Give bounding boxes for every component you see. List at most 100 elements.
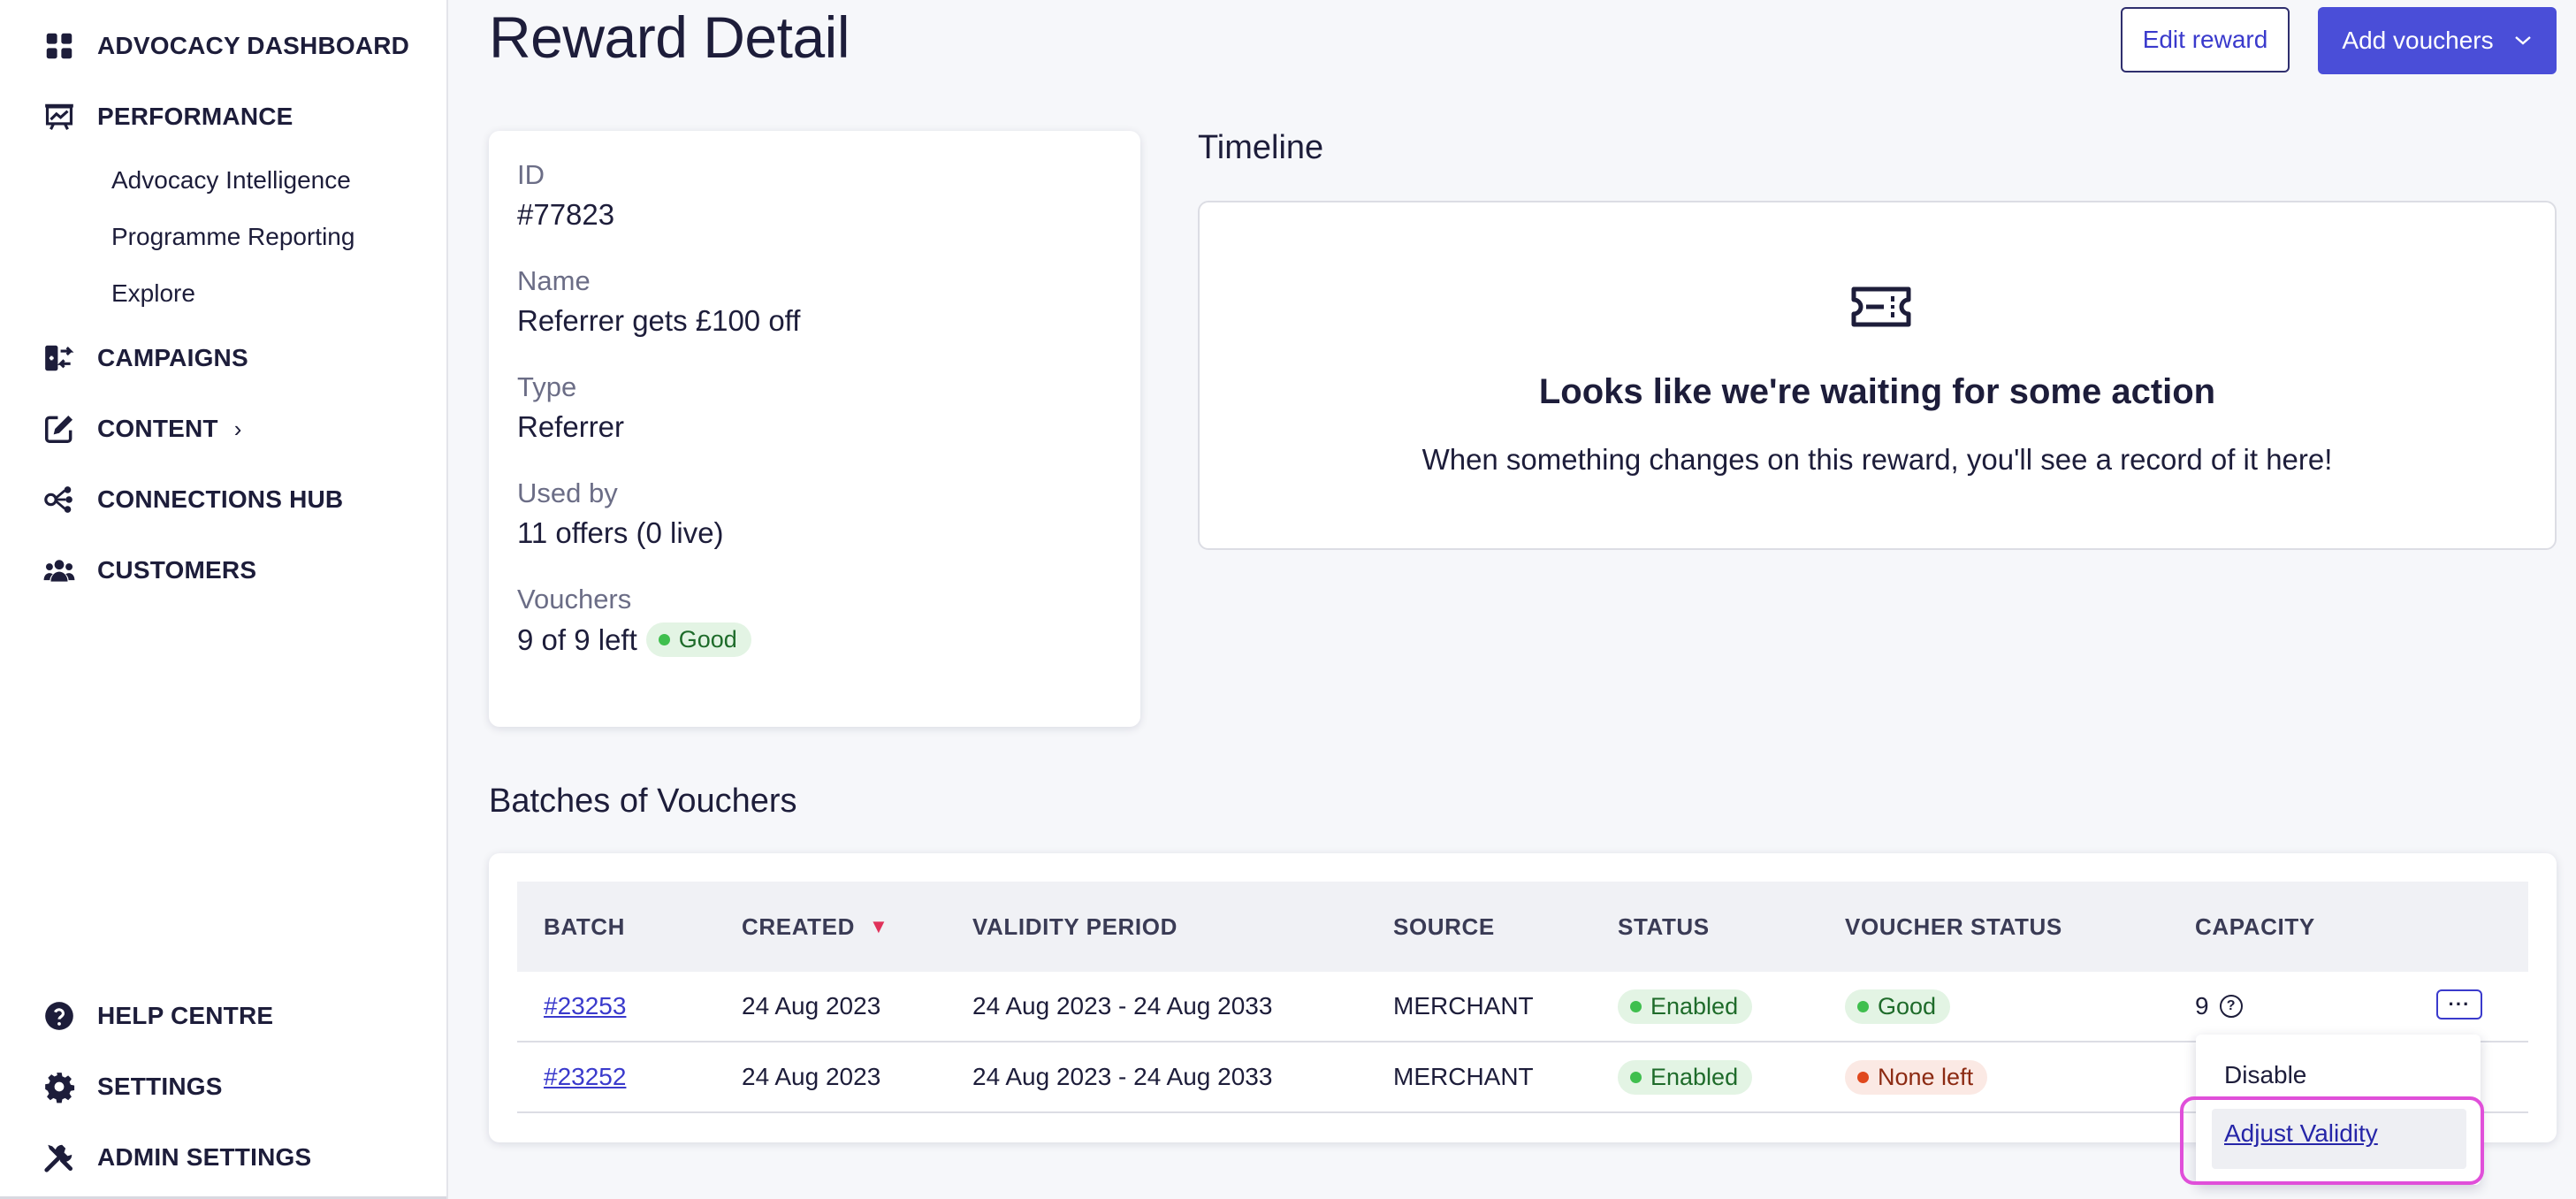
batches-title: Batches of Vouchers: [489, 783, 797, 820]
timeline-title: Timeline: [1198, 129, 1324, 166]
table-row: #23253 24 Aug 2023 24 Aug 2023 - 24 Aug …: [517, 972, 2528, 1042]
validity-cell: 24 Aug 2023 - 24 Aug 2033: [972, 992, 1273, 1020]
used-by-label: Used by: [517, 477, 618, 508]
status-badge: Enabled: [1618, 1059, 1753, 1095]
add-vouchers-label: Add vouchers: [2342, 27, 2494, 54]
nav-label: CONNECTIONS HUB: [97, 485, 344, 513]
empty-state-heading: Looks like we're waiting for some action: [1538, 372, 2216, 411]
nav-customers[interactable]: CUSTOMERS: [41, 551, 256, 590]
nav-label: ADVOCACY DASHBOARD: [97, 32, 410, 59]
column-capacity: CAPACITY: [2195, 913, 2315, 940]
column-validity: VALIDITY PERIOD: [972, 913, 1177, 940]
nav-connections-hub[interactable]: CONNECTIONS HUB: [41, 480, 343, 519]
nav-label: ADMIN SETTINGS: [97, 1143, 312, 1171]
badge-label: Enabled: [1650, 1063, 1739, 1090]
nav-label: SETTINGS: [97, 1073, 223, 1100]
batch-cell: #23253: [544, 972, 626, 1041]
add-vouchers-button[interactable]: Add vouchers: [2318, 7, 2557, 74]
tools-icon: [41, 1139, 78, 1176]
nav-campaigns[interactable]: CAMPAIGNS: [41, 339, 248, 378]
connections-hub-icon: [41, 481, 78, 518]
nav-advocacy-dashboard[interactable]: ADVOCACY DASHBOARD: [41, 27, 409, 65]
nav-sub-advocacy-intelligence[interactable]: Advocacy Intelligence: [111, 166, 351, 195]
used-by-value: 11 offers (0 live): [517, 516, 724, 549]
users-group-icon: [41, 552, 78, 589]
nav-sub-programme-reporting[interactable]: Programme Reporting: [111, 223, 354, 251]
status-dot: [1630, 1071, 1642, 1083]
campaign-switch-icon: [41, 340, 78, 377]
column-voucher-status: VOUCHER STATUS: [1845, 913, 2062, 940]
status-dot: [658, 634, 670, 645]
id-value: #77823: [517, 198, 615, 231]
edit-reward-button[interactable]: Edit reward: [2121, 7, 2290, 73]
capacity-value: 9: [2195, 992, 2209, 1020]
badge-label: Good: [678, 626, 737, 653]
source-cell: MERCHANT: [1393, 992, 1534, 1020]
status-cell: Enabled: [1618, 1042, 1753, 1111]
column-batch: BATCH: [544, 913, 626, 940]
status-cell: Enabled: [1618, 972, 1753, 1041]
help-tooltip-icon[interactable]: ?: [2219, 995, 2243, 1018]
nav-label: PERFORMANCE: [97, 103, 293, 130]
reward-details-card: ID #77823 Name Referrer gets £100 off Ty…: [489, 131, 1140, 727]
nav-sub-explore[interactable]: Explore: [111, 279, 195, 308]
sidebar: ADVOCACY DASHBOARD PERFORMANCE Advocacy …: [0, 0, 448, 1199]
nav-help-centre[interactable]: HELP CENTRE: [41, 997, 273, 1035]
type-value: Referrer: [517, 410, 625, 443]
vouchers-label: Vouchers: [517, 584, 632, 615]
edit-pencil-icon: [41, 410, 78, 447]
status-dot: [1857, 1071, 1869, 1083]
batch-link[interactable]: #23252: [544, 1063, 626, 1091]
status-badge: Enabled: [1618, 989, 1753, 1024]
voucher-status-badge: Good: [1845, 989, 1951, 1024]
column-created-label: CREATED: [742, 913, 855, 940]
row-actions-button[interactable]: ···: [2436, 989, 2482, 1020]
created-cell: 24 Aug 2023: [742, 1063, 881, 1090]
nav-label: CUSTOMERS: [97, 556, 257, 584]
capacity-cell: 9 ?: [2195, 972, 2243, 1041]
row-actions-menu: Disable Adjust Validity: [2196, 1035, 2481, 1185]
empty-state-text: When something changes on this reward, y…: [1421, 443, 2333, 476]
column-status: STATUS: [1618, 913, 1710, 940]
timeline-card: Looks like we're waiting for some action…: [1198, 201, 2557, 550]
source-cell: MERCHANT: [1393, 1063, 1534, 1090]
vouchers-value: 9 of 9 left: [517, 622, 637, 656]
id-label: ID: [517, 159, 545, 190]
batch-link[interactable]: #23253: [544, 992, 626, 1020]
name-value: Referrer gets £100 off: [517, 304, 801, 337]
menu-item-adjust-validity[interactable]: Adjust Validity: [2224, 1119, 2378, 1148]
dashboard-grid-icon: [41, 27, 78, 65]
batch-cell: #23252: [544, 1042, 626, 1111]
nav-label: CONTENT: [97, 415, 218, 442]
badge-label: Good: [1878, 992, 1937, 1020]
column-created[interactable]: CREATED ▼: [742, 882, 888, 972]
page-title: Reward Detail: [489, 4, 850, 70]
badge-label: None left: [1878, 1063, 1974, 1090]
menu-item-disable[interactable]: Disable: [2224, 1061, 2306, 1089]
ticket-icon: [1851, 286, 1911, 327]
type-label: Type: [517, 371, 577, 402]
status-dot: [1857, 1000, 1869, 1012]
created-cell: 24 Aug 2023: [742, 992, 881, 1020]
nav-label: CAMPAIGNS: [97, 344, 248, 371]
validity-cell: 24 Aug 2023 - 24 Aug 2033: [972, 1063, 1273, 1090]
gear-icon: [41, 1068, 78, 1105]
vouchers-value-row: 9 of 9 left Good: [517, 622, 751, 657]
table-header: BATCH CREATED ▼ VALIDITY PERIOD SOURCE S…: [517, 882, 2528, 972]
nav-admin-settings[interactable]: ADMIN SETTINGS: [41, 1138, 311, 1177]
sort-desc-icon: ▼: [868, 915, 889, 937]
chevron-down-icon: [2513, 29, 2533, 52]
help-circle-icon: [41, 997, 78, 1035]
voucher-status-badge: None left: [1845, 1059, 1988, 1095]
nav-label: HELP CENTRE: [97, 1002, 274, 1029]
presentation-chart-icon: [41, 98, 78, 135]
nav-content[interactable]: CONTENT ›: [41, 409, 241, 448]
nav-performance[interactable]: PERFORMANCE: [41, 97, 293, 136]
vouchers-status-badge: Good: [645, 622, 751, 657]
badge-label: Enabled: [1650, 992, 1739, 1020]
voucher-status-cell: Good: [1845, 972, 1951, 1041]
name-label: Name: [517, 265, 591, 296]
nav-settings[interactable]: SETTINGS: [41, 1067, 223, 1106]
voucher-status-cell: None left: [1845, 1042, 1988, 1111]
status-dot: [1630, 1000, 1642, 1012]
